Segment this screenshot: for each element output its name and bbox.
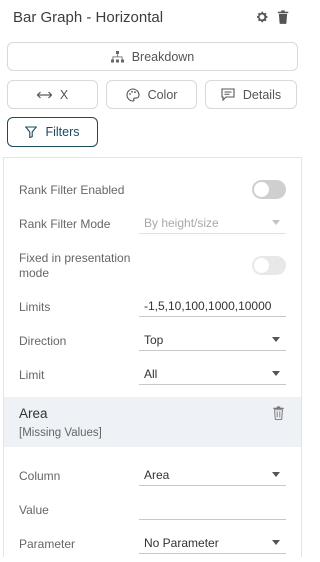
rank-filter-mode-value: By height/size: [144, 215, 219, 230]
parameter-value: No Parameter: [144, 535, 219, 550]
value-label: Value: [19, 503, 49, 517]
x-label: X: [59, 87, 69, 102]
limits-label: Limits: [19, 300, 51, 314]
rank-filter-mode-select[interactable]: By height/size: [139, 212, 286, 234]
limit-label: Limit: [19, 368, 45, 382]
area-title: Area: [19, 406, 48, 421]
parameter-label: Parameter: [19, 537, 76, 551]
limit-select[interactable]: All: [139, 363, 286, 385]
limits-input[interactable]: -1,5,10,100,1000,10000: [139, 295, 286, 317]
details-button[interactable]: Details: [205, 80, 297, 109]
gear-icon[interactable]: [255, 10, 269, 24]
value-input[interactable]: [139, 498, 286, 520]
fixed-presentation-label-line1: Fixed in presentation: [19, 251, 131, 265]
breakdown-label: Breakdown: [131, 49, 195, 64]
color-label: Color: [147, 87, 178, 102]
chevron-down-icon: [272, 337, 280, 342]
column-select[interactable]: Area: [139, 464, 286, 486]
comment-icon: [221, 88, 235, 101]
x-button[interactable]: X: [7, 80, 98, 109]
color-button[interactable]: Color: [106, 80, 197, 109]
filters-button[interactable]: Filters: [7, 117, 98, 147]
horizontal-arrows-icon: [36, 91, 52, 98]
panel-header: Bar Graph - Horizontal: [0, 0, 305, 38]
page-title: Bar Graph - Horizontal: [13, 9, 164, 26]
funnel-icon: [25, 126, 38, 138]
breakdown-button[interactable]: Breakdown: [7, 42, 298, 71]
toggle-knob: [254, 258, 269, 273]
fixed-presentation-label: Fixed in presentation mode: [19, 251, 130, 281]
direction-label: Direction: [19, 334, 67, 348]
column-value: Area: [144, 467, 170, 482]
trash-icon[interactable]: [276, 10, 290, 24]
rank-filter-enabled-toggle[interactable]: [252, 180, 286, 199]
direction-select[interactable]: Top: [139, 329, 286, 351]
hierarchy-icon: [110, 50, 124, 62]
filters-label: Filters: [45, 125, 80, 139]
limits-value: -1,5,10,100,1000,10000: [144, 298, 272, 313]
limit-value: All: [144, 366, 158, 381]
fixed-presentation-label-line2: mode: [19, 266, 50, 280]
rank-filter-enabled-label: Rank Filter Enabled: [19, 183, 125, 197]
column-label: Column: [19, 469, 61, 483]
rank-filter-mode-label: Rank Filter Mode: [19, 217, 111, 231]
trash-icon[interactable]: [272, 406, 285, 420]
toggle-knob: [254, 182, 269, 197]
area-filter-header: [4, 397, 301, 447]
direction-value: Top: [144, 332, 164, 347]
chevron-down-icon: [272, 371, 280, 376]
fixed-presentation-toggle[interactable]: [252, 256, 286, 275]
chevron-down-icon: [272, 540, 280, 545]
chevron-down-icon: [272, 472, 280, 477]
chevron-down-icon: [272, 220, 280, 225]
details-label: Details: [242, 87, 282, 102]
palette-icon: [126, 87, 140, 102]
area-subtitle: [Missing Values]: [19, 427, 102, 439]
parameter-select[interactable]: No Parameter: [139, 532, 286, 554]
